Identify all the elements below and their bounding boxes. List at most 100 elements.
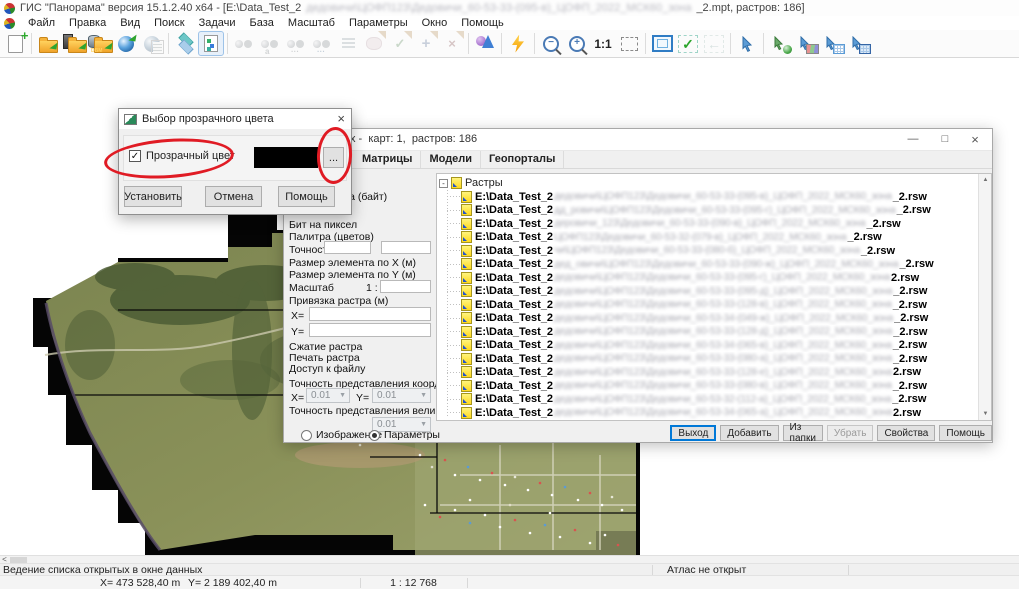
zoom-in-button[interactable]: +	[564, 31, 590, 56]
binding-y-field[interactable]	[309, 323, 431, 337]
raster-tree-row[interactable]: E:\Data_Test_2дедовичи\ЦОФП123\Дедовичи_…	[439, 339, 977, 353]
raster-tree-row[interactable]: E:\Data_Test_2деровичи_123\Дедовичи_60-5…	[439, 217, 977, 231]
precision-field-1[interactable]	[324, 241, 371, 254]
raster-tree-row[interactable]: E:\Data_Test_2дедовичи\ЦОФП123\Дедовичи_…	[439, 271, 977, 285]
coord-y-combo[interactable]: 0.01▼	[372, 388, 431, 403]
raster-tree-row[interactable]: E:\Data_Test_2дед_овичи\ЦОФП123\Дедовичи…	[439, 258, 977, 272]
maximize-button[interactable]: □	[930, 129, 960, 150]
dialog-button-1[interactable]: Добавить	[720, 425, 778, 441]
dialog-button-0[interactable]: Выход	[670, 425, 716, 441]
raster-file-icon	[461, 366, 472, 378]
menu-item-4[interactable]: Задачи	[192, 17, 243, 29]
collapse-icon[interactable]: -	[439, 179, 448, 188]
select-cursor-button[interactable]	[734, 31, 760, 56]
map-window-button[interactable]	[649, 31, 675, 56]
precision-field-2[interactable]	[381, 241, 431, 254]
menu-item-8[interactable]: Окно	[415, 17, 455, 29]
scroll-up-icon[interactable]: ▲	[979, 174, 992, 186]
data-dialog-titlebar: х - карт: 1, растров: 186 — □ ×	[284, 129, 992, 151]
find-by-name-button[interactable]: a	[257, 31, 283, 56]
clear-selection-button[interactable]: ×	[439, 31, 465, 56]
raster-tree-row[interactable]: E:\Data_Test_2дедовичи\ЦОФП123\Дедовичи_…	[439, 298, 977, 312]
raster-tree-row[interactable]: E:\Data_Test_2дедовичи\ЦОФП123\Дедовичи_…	[439, 406, 977, 420]
raster-tree-row[interactable]: E:\Data_Test_2дедовичи\ЦОФП123\Дедовичи_…	[439, 285, 977, 299]
menu-item-3[interactable]: Поиск	[147, 17, 191, 29]
scale-field[interactable]	[380, 280, 431, 293]
quick-run-button[interactable]	[505, 31, 531, 56]
zoom-out-button[interactable]: −	[538, 31, 564, 56]
radio-parameters[interactable]: Параметры	[369, 429, 440, 441]
map-horizontal-scrollbar[interactable]: <	[0, 555, 1019, 563]
find-selected-button[interactable]: ···	[309, 31, 335, 56]
menu-item-5[interactable]: База	[243, 17, 281, 29]
raster-tree-row[interactable]: E:\Data_Test_2дд_ровичи\ЦОФП123\Дедовичи…	[439, 204, 977, 218]
raster-tree-row[interactable]: E:\Data_Test_2чи\ЦОФП123\Дедовичи_60-53-…	[439, 244, 977, 258]
binding-x-field[interactable]	[309, 307, 431, 321]
raster-tree-row[interactable]: E:\Data_Test_2дедовичи\ЦОФП123\Дедовичи_…	[439, 366, 977, 380]
menu-item-9[interactable]: Помощь	[454, 17, 511, 29]
dialog-button-5[interactable]: Помощь	[939, 425, 992, 441]
minimize-button[interactable]: —	[898, 129, 928, 150]
layers-button[interactable]	[172, 31, 198, 56]
raster-file-icon	[461, 285, 472, 297]
x-coordinate: X= 473 528,40 m	[100, 577, 180, 589]
zoom-actual-button[interactable]: 1:1	[590, 31, 616, 56]
dialog-button-3[interactable]: Убрать	[827, 425, 874, 441]
close-button[interactable]: ×	[960, 129, 990, 150]
view-3d-button[interactable]	[472, 31, 498, 56]
new-document-icon: +	[8, 35, 23, 53]
open-geoportal-button[interactable]	[139, 31, 165, 56]
select-area-button[interactable]	[361, 31, 387, 56]
scroll-down-icon[interactable]: ▼	[979, 408, 992, 420]
raster-tree-row[interactable]: E:\Data_Test_2дедовичи\ЦОФП123\Дедовичи_…	[439, 352, 977, 366]
apply-view-button[interactable]: ✓	[675, 31, 701, 56]
tab-1[interactable]: Модели	[421, 151, 481, 168]
transparent-dialog-title: Выбор прозрачного цвета	[142, 113, 274, 125]
raster-tree-row[interactable]: E:\Data_Test_2дедовичи\ЦОФП123\Дедовичи_…	[439, 393, 977, 407]
find-button[interactable]	[231, 31, 257, 56]
cancel-button[interactable]: Отмена	[205, 186, 262, 207]
raster-tree-row[interactable]: E:\Data_Test_2дедовичи\ЦОФП123\Дедовичи_…	[439, 190, 977, 204]
raster-tree-row[interactable]: E:\Data_Test_2дедовичи\ЦОФП123\Дедовичи_…	[439, 325, 977, 339]
coord-x-combo[interactable]: 0.01▼	[306, 388, 350, 403]
raster-tree-row[interactable]: E:\Data_Test_2дедовичи\ЦОФП123\Дедовичи_…	[439, 379, 977, 393]
open-database-button[interactable]: DBM	[87, 31, 113, 56]
open-map-button[interactable]	[35, 31, 61, 56]
menu-item-2[interactable]: Вид	[113, 17, 147, 29]
raster-tree-row[interactable]: E:\Data_Test_2ЦОФП123\Дедовичи_60-53-32-…	[439, 231, 977, 245]
previous-view-button[interactable]: ←	[701, 31, 727, 56]
help-button[interactable]: Помощь	[278, 186, 335, 207]
close-icon[interactable]: ×	[337, 111, 345, 126]
title-bar: ГИС "Панорама" версия 15.1.2.40 x64 - [E…	[0, 0, 1019, 16]
open-folder-icon	[68, 40, 87, 53]
tab-2[interactable]: Геопорталы	[481, 151, 564, 168]
add-selection-button[interactable]: +	[413, 31, 439, 56]
dialog-button-2[interactable]: Из папки	[783, 425, 823, 441]
menu-item-6[interactable]: Масштаб	[281, 17, 342, 29]
select-confirm-button[interactable]: ✓	[387, 31, 413, 56]
map-contents-button[interactable]	[198, 31, 224, 56]
raster-group-icon	[451, 177, 462, 189]
tree-scrollbar[interactable]: ▲ ▼	[978, 174, 991, 420]
menu-item-7[interactable]: Параметры	[342, 17, 415, 29]
color-swatch[interactable]	[254, 147, 318, 168]
raster-tree-root[interactable]: - Растры	[439, 176, 977, 190]
find-advanced-button[interactable]: ···	[283, 31, 309, 56]
object-list-button[interactable]	[335, 31, 361, 56]
fit-extent-button[interactable]	[616, 31, 642, 56]
attribute-table-button[interactable]	[845, 31, 871, 56]
dialog-button-4[interactable]: Свойства	[877, 425, 935, 441]
binding-y-label: Y=	[291, 326, 304, 338]
tab-0[interactable]: Матрицы	[354, 151, 421, 168]
set-button[interactable]: Установить	[124, 186, 182, 207]
status-bar: Ведение списка открытых в окне данных Ат…	[0, 563, 1019, 575]
raster-tree-row[interactable]: E:\Data_Test_2дедовичи\ЦОФП123\Дедовичи_…	[439, 312, 977, 326]
object-table-button[interactable]	[819, 31, 845, 56]
new-map-button[interactable]: +	[2, 31, 28, 56]
open-internet-button[interactable]	[113, 31, 139, 56]
open-server-button[interactable]	[61, 31, 87, 56]
map-select-button[interactable]	[793, 31, 819, 56]
menu-app-icon[interactable]	[4, 18, 15, 29]
menu-item-1[interactable]: Правка	[62, 17, 113, 29]
pan-map-button[interactable]	[767, 31, 793, 56]
